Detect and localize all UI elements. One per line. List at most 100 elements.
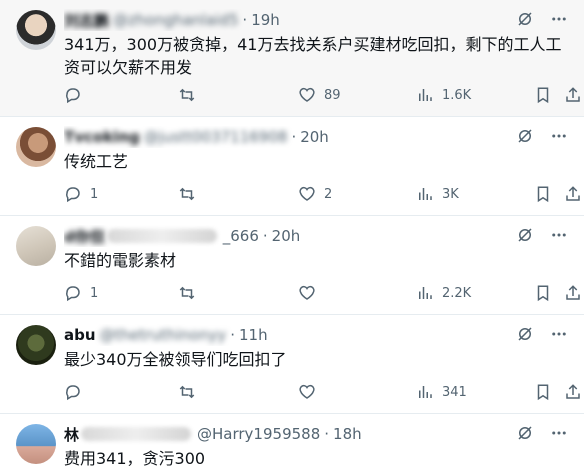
tweet-text: 费用341，贪污300 — [64, 449, 206, 468]
reply-button[interactable] — [64, 86, 90, 104]
share-button[interactable] — [564, 284, 582, 302]
timestamp[interactable]: 20h — [300, 128, 329, 146]
tweet-header: d你但 _666 · 20h — [64, 225, 524, 247]
tweet[interactable]: 林 @Harry1959588 · 18h 费用341，贪污300 — [0, 414, 584, 474]
timestamp[interactable]: 11h — [239, 326, 268, 344]
more-icon[interactable] — [550, 424, 568, 442]
tweet-top-actions — [516, 226, 568, 244]
tweet[interactable]: Tvcoking @justt0037116908 · 20h 传统工艺 1 2 — [0, 117, 584, 216]
like-button[interactable]: 89 — [298, 86, 341, 104]
author-handle[interactable]: _666 — [223, 227, 259, 245]
retweet-button[interactable] — [178, 86, 204, 104]
reply-icon — [64, 185, 82, 203]
views-button[interactable]: 3K — [416, 185, 459, 203]
grok-icon[interactable] — [516, 10, 534, 28]
retweet-icon — [178, 185, 196, 203]
like-button[interactable] — [298, 284, 324, 302]
like-icon — [298, 185, 316, 203]
views-button[interactable]: 2.2K — [416, 284, 471, 302]
tweet-actions: 89 1.6K — [64, 84, 580, 106]
tweet-top-actions — [516, 127, 568, 145]
author-handle[interactable]: @zhonghanlaid5 — [113, 11, 238, 29]
views-count: 341 — [442, 384, 467, 400]
reply-feed: 刘志鹏 @zhonghanlaid5 · 19h 341万，300万被贪掉，41… — [0, 0, 584, 474]
views-button[interactable]: 341 — [416, 383, 467, 401]
avatar[interactable] — [16, 424, 56, 464]
tweet-text: 传统工艺 — [64, 152, 129, 171]
bookmark-icon — [534, 86, 552, 104]
grok-icon[interactable] — [516, 127, 534, 145]
share-button[interactable] — [564, 185, 582, 203]
tweet-top-actions — [516, 325, 568, 343]
separator-dot: · — [230, 326, 236, 344]
bookmark-button[interactable] — [534, 86, 552, 104]
views-button[interactable]: 1.6K — [416, 86, 471, 104]
avatar[interactable] — [16, 127, 56, 167]
tweet-text: 最少340万全被领导们吃回扣了 — [64, 350, 287, 369]
reply-count: 1 — [90, 285, 99, 301]
reply-button[interactable]: 1 — [64, 284, 98, 302]
tweet-text: 341万，300万被贪掉，41万去找关系户买建材吃回扣，剩下的工人工资可以欠薪不… — [64, 35, 562, 77]
share-icon — [564, 185, 582, 203]
timestamp[interactable]: 18h — [333, 425, 362, 443]
bookmark-button[interactable] — [534, 284, 552, 302]
more-icon[interactable] — [550, 325, 568, 343]
avatar[interactable] — [16, 226, 56, 266]
tweet-header: abu @thetruthinonyy · 11h — [64, 324, 524, 346]
like-button[interactable] — [298, 383, 324, 401]
share-icon — [564, 383, 582, 401]
author-name[interactable]: 刘志鹏 — [64, 10, 109, 31]
separator-dot: · — [262, 227, 268, 245]
timestamp[interactable]: 19h — [251, 11, 280, 29]
bookmark-button[interactable] — [534, 383, 552, 401]
views-count: 2.2K — [442, 285, 472, 301]
tweet-text: 不錯的電影素材 — [64, 251, 177, 270]
bookmark-icon — [534, 185, 552, 203]
retweet-button[interactable] — [178, 284, 204, 302]
author-name[interactable]: d你但 — [64, 226, 105, 247]
redaction-mask — [106, 229, 217, 243]
tweet[interactable]: abu @thetruthinonyy · 11h 最少340万全被领导们吃回扣… — [0, 315, 584, 414]
retweet-icon — [178, 383, 196, 401]
retweet-button[interactable] — [178, 185, 204, 203]
retweet-icon — [178, 86, 196, 104]
retweet-button[interactable] — [178, 383, 204, 401]
tweet[interactable]: d你但 _666 · 20h 不錯的電影素材 1 2.2K — [0, 216, 584, 315]
tweet-actions: 1 2 3K — [64, 183, 580, 205]
share-button[interactable] — [564, 383, 582, 401]
grok-icon[interactable] — [516, 424, 534, 442]
separator-dot: · — [242, 11, 248, 29]
reply-icon — [64, 86, 82, 104]
reply-button[interactable] — [64, 383, 90, 401]
grok-icon[interactable] — [516, 226, 534, 244]
separator-dot: · — [291, 128, 297, 146]
retweet-icon — [178, 284, 196, 302]
views-icon — [416, 284, 434, 302]
reply-button[interactable]: 1 — [64, 185, 98, 203]
reply-icon — [64, 383, 82, 401]
more-icon[interactable] — [550, 226, 568, 244]
tweet-top-actions — [516, 424, 568, 442]
bookmark-button[interactable] — [534, 185, 552, 203]
author-handle[interactable]: @thetruthinonyy — [100, 326, 227, 344]
more-icon[interactable] — [550, 127, 568, 145]
author-name[interactable]: abu — [64, 326, 96, 344]
tweet-top-actions — [516, 10, 568, 28]
author-handle[interactable]: @Harry1959588 — [197, 425, 320, 443]
tweet[interactable]: 刘志鹏 @zhonghanlaid5 · 19h 341万，300万被贪掉，41… — [0, 0, 584, 117]
author-name[interactable]: Tvcoking — [64, 128, 140, 146]
bookmark-icon — [534, 383, 552, 401]
timestamp[interactable]: 20h — [272, 227, 301, 245]
author-name[interactable]: 林 — [64, 424, 79, 445]
views-count: 3K — [442, 186, 459, 202]
avatar[interactable] — [16, 325, 56, 365]
author-handle[interactable]: @justt0037116908 — [144, 128, 288, 146]
like-count: 2 — [324, 186, 333, 202]
share-icon — [564, 86, 582, 104]
share-button[interactable] — [564, 86, 582, 104]
avatar[interactable] — [16, 10, 56, 50]
like-button[interactable]: 2 — [298, 185, 332, 203]
grok-icon[interactable] — [516, 325, 534, 343]
more-icon[interactable] — [550, 10, 568, 28]
like-icon — [298, 86, 316, 104]
